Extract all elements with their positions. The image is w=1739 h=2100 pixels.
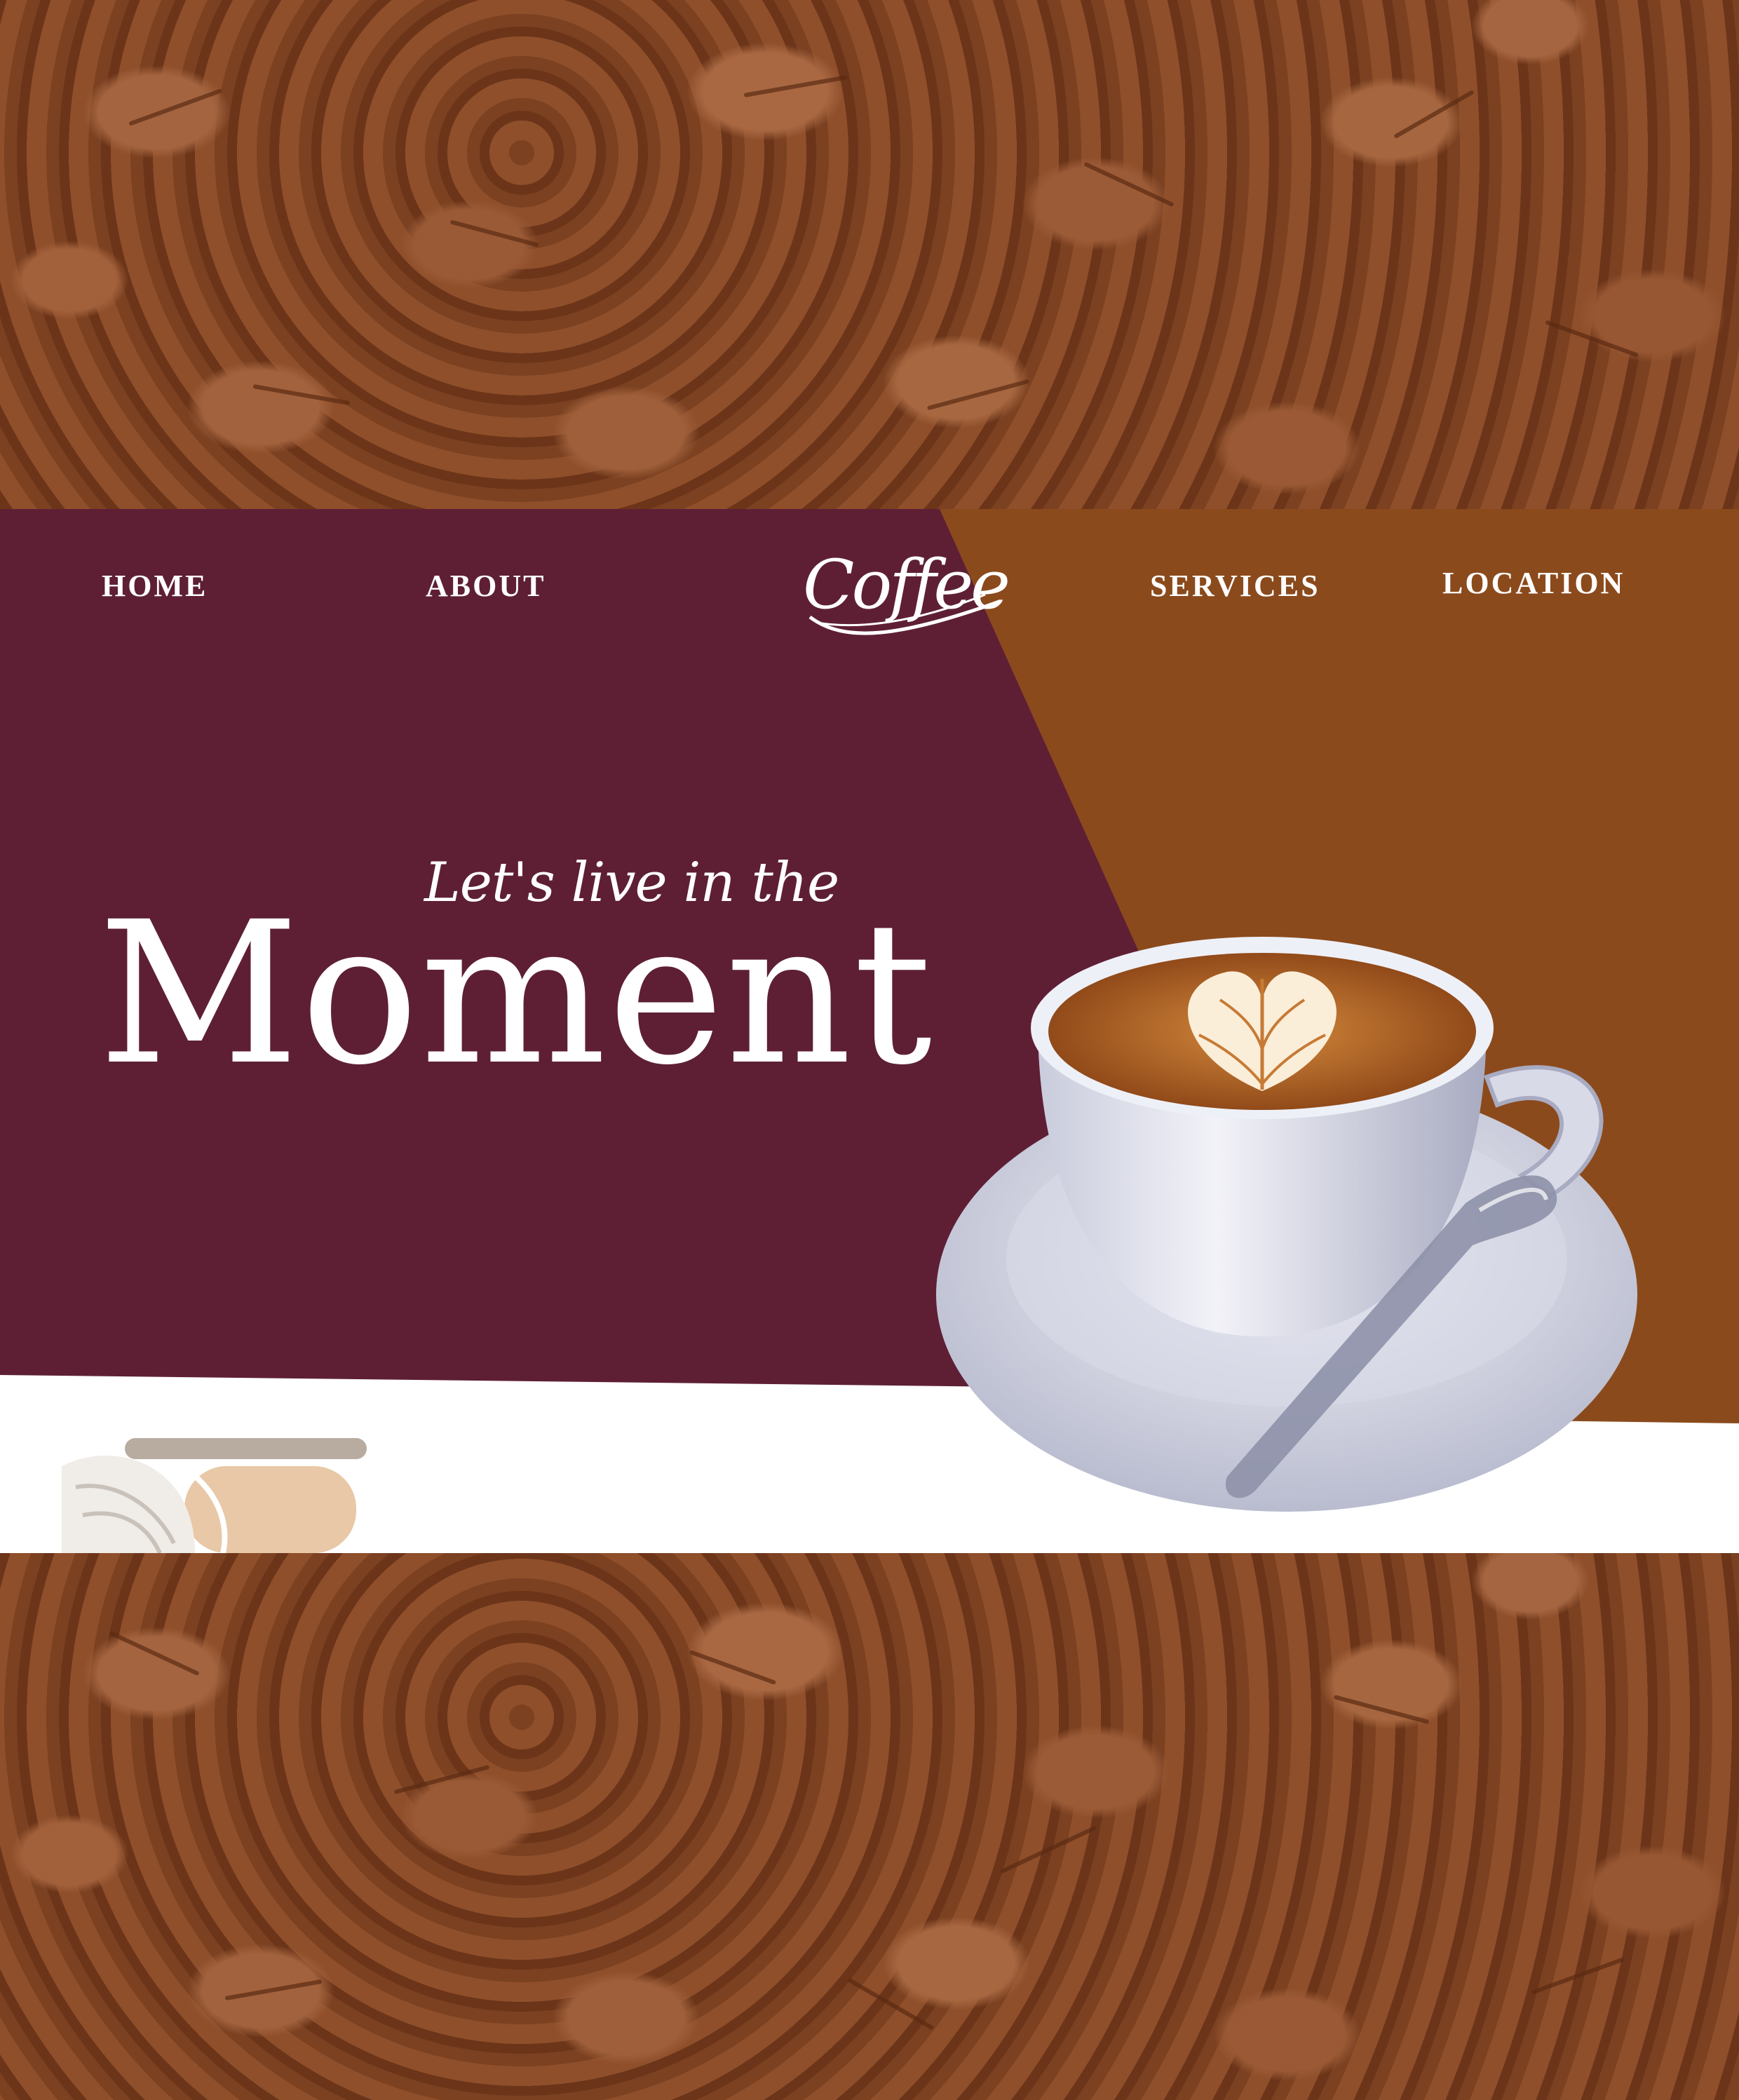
nav-services[interactable]: SERVICES: [1150, 568, 1320, 604]
hero-headline: Moment: [98, 880, 934, 1109]
coffee-beans-banner-top: [0, 0, 1739, 509]
nav-about[interactable]: ABOUT: [426, 568, 546, 604]
nav-location[interactable]: LOCATION: [1442, 565, 1625, 601]
logo-text: Coffee: [803, 546, 1010, 624]
coffee-leaf-illustration: [62, 1438, 367, 1553]
coffee-logo[interactable]: Coffee: [796, 538, 1010, 644]
hero-section: HOME ABOUT Coffee SERVICES LOCATION Let'…: [0, 509, 1739, 1553]
nav-home[interactable]: HOME: [102, 568, 208, 604]
latte-cup-image: [936, 937, 1637, 1512]
coffee-beans-banner-bottom: [0, 1553, 1739, 2100]
